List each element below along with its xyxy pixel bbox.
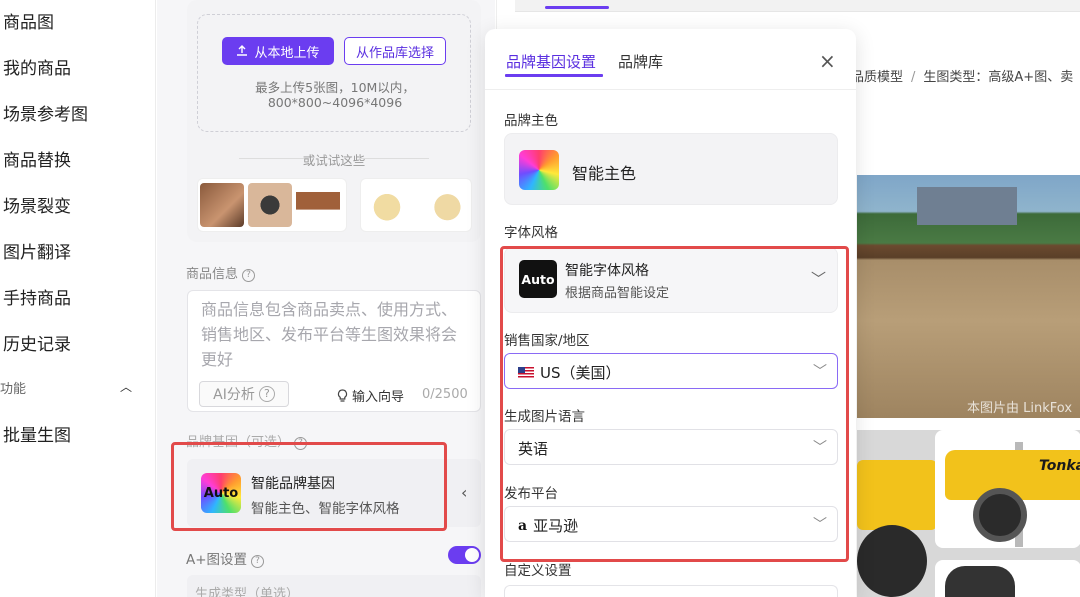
char-count: 0/2500 [422,387,468,402]
breadcrumb-item: 品质模型 [851,70,904,85]
image-caption: 本图片由 LinkFox [967,401,1073,416]
sample-thumbnail[interactable] [421,183,465,227]
lightbulb-icon [337,389,348,402]
truck-image-card [935,560,1080,597]
font-style-label: 字体风格 [504,225,558,241]
nav-item-handheld-product[interactable]: 手持商品 [3,284,71,309]
breadcrumb-item: 生图类型：高级A+图、卖 [923,70,1074,85]
custom-settings-card[interactable] [504,585,838,597]
ai-analyze-button[interactable]: AI分析 ? [199,381,289,407]
upload-local-button[interactable]: 从本地上传 [222,37,334,65]
upload-local-label: 从本地上传 [254,45,320,61]
nav-item-product-replace[interactable]: 商品替换 [3,146,71,171]
breadcrumb: 品质模型 / 生图类型：高级A+图、卖 [851,70,1074,85]
nav-item-history[interactable]: 历史记录 [3,330,71,355]
truck-brand-text: Tonka [1039,458,1080,474]
brand-dna-card[interactable]: Auto 智能品牌基因 智能主色、智能字体风格 ‹ [187,459,481,527]
highlight-box-modal-settings [500,246,849,562]
divider [359,158,429,159]
custom-settings-label: 自定义设置 [504,563,572,579]
brand-dna-subtitle: 智能主色、智能字体风格 [251,501,400,517]
nav-item-my-products[interactable]: 我的商品 [3,54,71,79]
product-info-label: 商品信息? [186,263,256,282]
brand-color-value: 智能主色 [572,164,637,183]
sample-thumbnail[interactable] [296,183,340,227]
upload-hint-line2: 800*800~4096*4096 [267,95,403,110]
input-guide-label: 输入向导 [352,390,405,405]
chevron-left-icon[interactable]: ‹ [461,483,467,502]
help-icon[interactable]: ? [242,269,256,282]
ai-analyze-label: AI分析 [213,387,255,403]
product-info-placeholder: 商品信息包含商品卖点、使用方式、销售地区、发布平台等生图效果将会更好 [201,300,458,369]
nav-item-image-translate[interactable]: 图片翻译 [3,238,71,263]
auto-logo: Auto [201,473,241,513]
tab-brand-dna-settings[interactable]: 品牌基因设置 [506,51,596,72]
truck-body [857,460,937,530]
nav-item-scene-reference[interactable]: 场景参考图 [3,100,88,125]
sample-group-chairs[interactable] [197,178,347,232]
color-swatch-icon [519,150,559,190]
sample-thumbnail[interactable] [365,183,409,227]
nav-item-batch-generate[interactable]: 批量生图 [3,421,71,446]
tab-underline [505,74,603,77]
sample-thumbnail[interactable] [248,183,292,227]
form-column: 从本地上传 从作品库选择 最多上传5张图，10M以内， 800*800~4096… [157,0,495,597]
brand-dna-label: 品牌基因（可选）? [186,431,308,450]
sample-group-plush[interactable] [360,178,472,232]
try-these-label: 或试试这些 [302,153,366,168]
truck-wheel [857,525,927,597]
nav-item-scene-fission[interactable]: 场景裂变 [3,192,71,217]
input-guide-button[interactable]: 输入向导 [337,386,404,405]
truck-image-card: Tonka [935,430,1080,548]
truck-wheel [973,488,1027,542]
generation-type-card: 生成类型（单选） [187,575,481,597]
divider [485,89,856,90]
preview-topbar [515,0,1080,12]
generated-image-sandbox[interactable]: 本图片由 LinkFox [857,175,1080,418]
product-info-textarea[interactable]: 商品信息包含商品卖点、使用方式、销售地区、发布平台等生图效果将会更好 AI分析 … [187,290,481,412]
nav-section-title: 功能 [0,382,27,397]
active-tab-indicator [545,6,609,9]
upload-card: 从本地上传 从作品库选择 最多上传5张图，10M以内， 800*800~4096… [187,0,481,242]
generation-type-label: 生成类型（单选） [195,587,300,597]
help-icon[interactable]: ? [251,555,265,568]
upload-hint-line1: 最多上传5张图，10M以内， [255,80,415,95]
brand-color-label: 品牌主色 [504,113,558,129]
close-icon[interactable]: × [819,49,836,73]
house-shape [917,187,1017,225]
nav-item-product-image[interactable]: 商品图 [3,8,54,33]
brand-dna-title: 智能品牌基因 [251,476,335,492]
sample-thumbnail[interactable] [200,183,244,227]
select-from-library-button[interactable]: 从作品库选择 [344,37,446,65]
aplus-settings-label: A+图设置? [186,548,265,568]
aplus-toggle[interactable] [448,546,481,564]
upload-dropzone[interactable]: 从本地上传 从作品库选择 最多上传5张图，10M以内， 800*800~4096… [197,14,471,132]
generated-image-truck[interactable]: Tonka [857,430,1080,597]
upload-icon [237,45,248,56]
tab-brand-library[interactable]: 品牌库 [618,51,663,72]
chevron-up-icon[interactable]: ︿ [120,378,132,395]
left-nav: 商品图 我的商品 场景参考图 商品替换 场景裂变 图片翻译 手持商品 历史记录 … [0,0,156,597]
truck-wheel [945,566,1015,597]
help-icon[interactable]: ? [294,437,308,450]
brand-color-card[interactable]: 智能主色 [504,133,838,205]
help-icon: ? [258,386,275,402]
